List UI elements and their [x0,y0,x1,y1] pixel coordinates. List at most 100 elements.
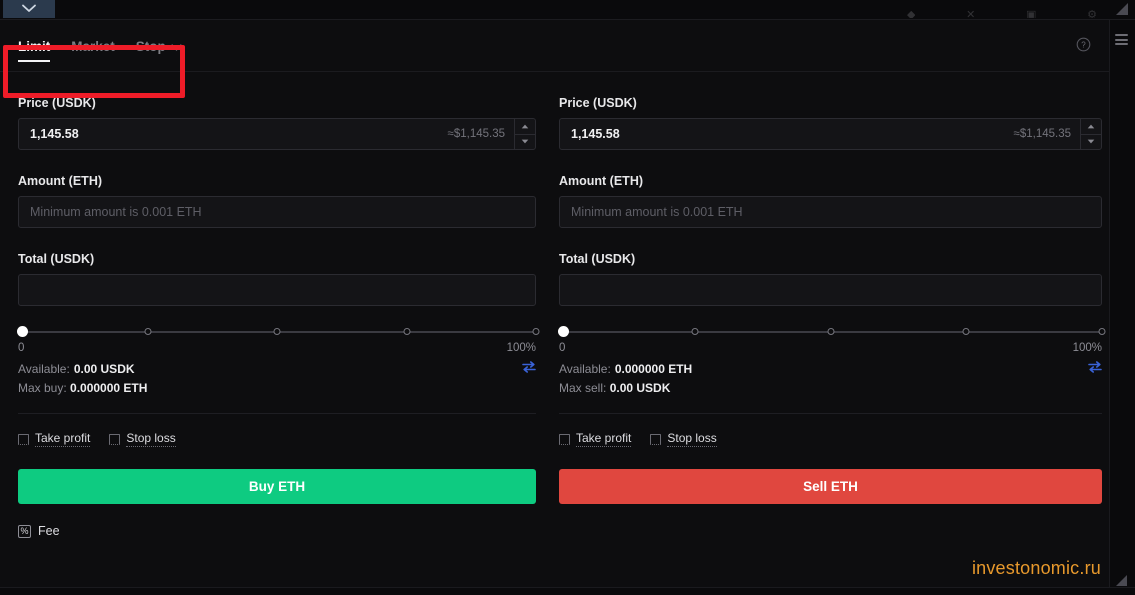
sell-max-value: 0.00 USDK [609,381,671,395]
chevron-down-icon [171,39,182,54]
sell-price-increment-button[interactable] [1081,119,1101,134]
buy-price-label: Price (USDK) [18,96,96,110]
chevron-down-icon [20,3,38,13]
checkbox-box [18,433,29,445]
buy-amount-placeholder: Minimum amount is 0.001 ETH [30,205,202,219]
right-side-rail [1109,20,1135,595]
sell-conditional-options: Take profit Stop loss [559,431,1102,447]
sell-column: Price (USDK) 1,145.58 ≈$1,145.35 Amount … [554,72,1108,538]
sell-max-row: Max sell: 0.00 USDK [559,381,1102,395]
buy-price-decrement-button[interactable] [515,133,535,150]
checkbox-box [559,433,570,445]
sell-amount-placeholder: Minimum amount is 0.001 ETH [571,205,743,219]
resize-grip-icon-bottom[interactable] [1115,574,1128,587]
buy-stop-loss-label: Stop loss [126,431,176,447]
sell-amount-input[interactable]: Minimum amount is 0.001 ETH [559,196,1102,228]
buy-slider-scale: 0 100% [18,342,536,354]
toolbar-icon-3[interactable]: ▣ [1026,10,1036,18]
swap-arrows-icon[interactable] [522,361,536,376]
help-circle-icon[interactable]: ? [1076,37,1091,52]
percent-box-icon: % [18,524,31,538]
sell-price-input[interactable]: 1,145.58 ≈$1,145.35 [559,118,1102,150]
sell-slider-tick-100[interactable] [1098,328,1106,335]
toolbar-icon-2[interactable]: ✕ [966,10,975,18]
sell-max-label: Max sell: [559,381,607,395]
buy-submit-button[interactable]: Buy ETH [18,469,536,504]
window-top-strip: ◆ ✕ ▣ ⚙ [0,0,1135,20]
buy-max-row: Max buy: 0.000000 ETH [18,381,536,395]
tab-stop-label: Stop [135,38,166,54]
sell-price-label: Price (USDK) [559,96,637,110]
sell-available-label: Available: [559,361,611,376]
sell-total-label: Total (USDK) [559,252,636,266]
tab-limit[interactable]: Limit [18,20,51,72]
sell-slider-scale: 0 100% [559,342,1102,354]
tab-limit-label: Limit [18,38,51,54]
checkbox-box [650,433,662,445]
buy-stop-loss-checkbox[interactable]: Stop loss [109,431,176,447]
sell-take-profit-checkbox[interactable]: Take profit [559,431,632,447]
buy-max-label: Max buy: [18,381,67,395]
sell-price-decrement-button[interactable] [1081,133,1101,150]
sell-slider-max-label: 100% [1072,342,1102,354]
panel-collapse-tab[interactable] [3,0,55,18]
order-type-tabs: Limit Market Stop [18,20,182,72]
buy-take-profit-checkbox[interactable]: Take profit [18,431,91,447]
buy-conditional-options: Take profit Stop loss [18,431,536,447]
sell-price-stepper[interactable] [1080,119,1101,149]
buy-divider [18,413,536,414]
swap-arrows-icon[interactable] [1088,361,1102,376]
buy-slider-tick-50[interactable] [273,328,281,335]
trading-order-panel: ◆ ✕ ▣ ⚙ Limit Market Stop ? Price (USDK)… [0,0,1135,595]
tab-market[interactable]: Market [71,20,115,72]
sell-price-approx: ≈$1,145.35 [1013,128,1071,140]
sell-submit-button[interactable]: Sell ETH [559,469,1102,504]
buy-total-input[interactable] [18,274,536,306]
buy-amount-slider[interactable] [17,326,540,338]
sell-available-row: Available: 0.000000 ETH [559,361,1102,376]
buy-fee-row[interactable]: % Fee [18,524,536,538]
buy-slider-tick-100[interactable] [532,328,540,335]
tab-stop[interactable]: Stop [136,20,182,72]
buy-price-input[interactable]: 1,145.58 ≈$1,145.35 [18,118,536,150]
buy-fee-label: Fee [38,524,60,538]
buy-available-row: Available: 0.00 USDK [18,361,536,376]
checkbox-box [109,433,121,445]
buy-slider-tick-25[interactable] [144,328,151,335]
hamburger-menu-icon[interactable] [1115,34,1128,45]
sell-amount-label: Amount (ETH) [559,174,644,188]
buy-max-value: 0.000000 ETH [70,381,148,395]
buy-amount-input[interactable]: Minimum amount is 0.001 ETH [18,196,536,228]
buy-price-value: 1,145.58 [30,127,79,141]
watermark-text: investonomic.ru [971,558,1101,578]
sell-divider [559,413,1102,414]
sell-slider-min-label: 0 [559,342,566,354]
sell-slider-tick-75[interactable] [962,328,970,335]
sell-slider-tick-25[interactable] [691,328,699,335]
buy-sell-columns: Price (USDK) 1,145.58 ≈$1,145.35 Amount … [0,72,1109,538]
toolbar-icons-row: ◆ ✕ ▣ ⚙ [907,0,1097,18]
resize-grip-icon-top[interactable] [1115,2,1129,16]
buy-column: Price (USDK) 1,145.58 ≈$1,145.35 Amount … [0,72,554,538]
sell-stop-loss-label: Stop loss [667,431,717,447]
sell-stop-loss-checkbox[interactable]: Stop loss [650,431,717,447]
sell-total-input[interactable] [559,274,1102,306]
toolbar-icon-4[interactable]: ⚙ [1087,10,1097,18]
buy-slider-handle[interactable] [17,326,28,337]
buy-slider-tick-75[interactable] [403,328,410,335]
sell-slider-handle[interactable] [558,326,569,337]
toolbar-icon-1[interactable]: ◆ [907,10,915,18]
sell-available-value: 0.000000 ETH [614,361,693,376]
buy-available-value: 0.00 USDK [73,361,135,376]
buy-slider-min-label: 0 [18,342,25,354]
buy-total-label: Total (USDK) [18,252,95,266]
svg-text:?: ? [1081,41,1086,50]
tab-market-label: Market [71,38,115,54]
sell-amount-slider[interactable] [558,326,1106,338]
buy-price-stepper[interactable] [514,119,535,149]
sell-slider-tick-50[interactable] [827,328,834,335]
buy-amount-label: Amount (ETH) [18,174,103,188]
sell-take-profit-label: Take profit [576,431,632,447]
buy-take-profit-label: Take profit [35,431,91,447]
buy-price-increment-button[interactable] [515,119,535,134]
